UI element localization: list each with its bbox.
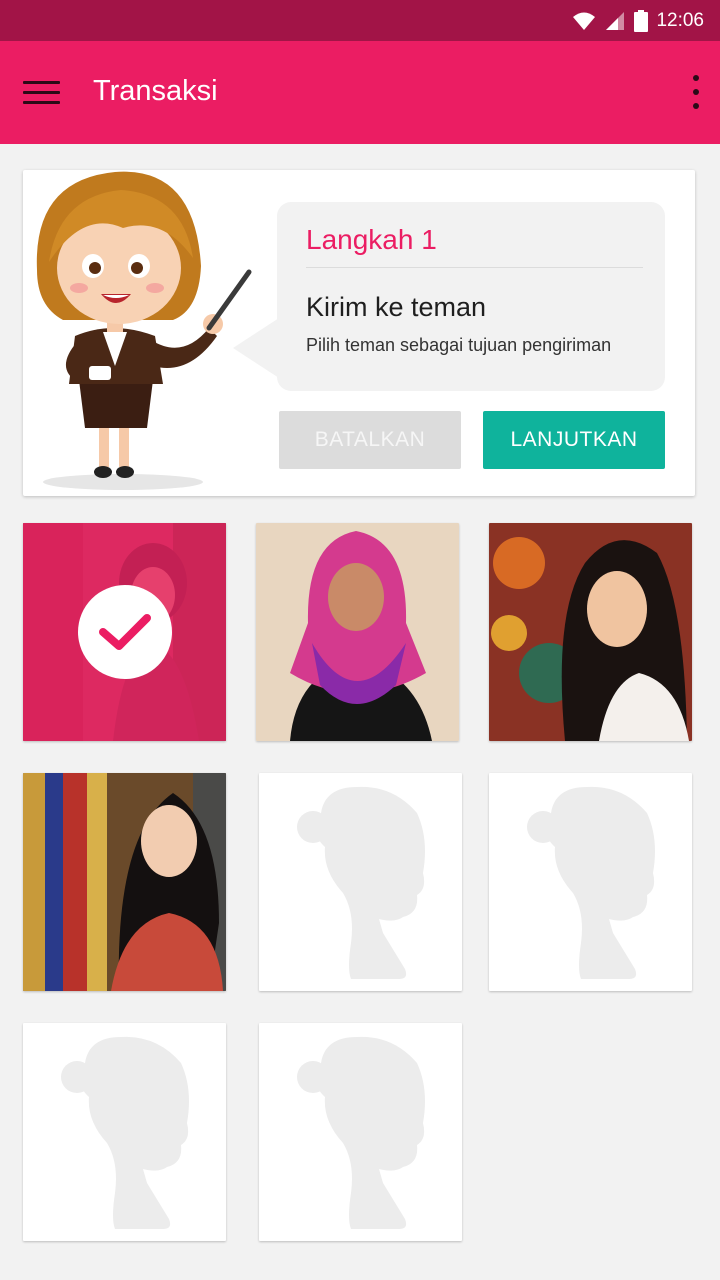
step-label: Langkah 1 xyxy=(306,224,437,255)
friend-tile-empty[interactable] xyxy=(489,773,692,991)
friend-tile[interactable] xyxy=(489,523,692,741)
continue-button[interactable]: LANJUTKAN xyxy=(483,411,665,469)
friend-tile[interactable] xyxy=(23,773,226,991)
speech-bubble: Langkah 1 Kirim ke teman Pilih teman seb… xyxy=(277,202,665,391)
friend-photo xyxy=(23,773,226,991)
step-title: Kirim ke teman xyxy=(306,292,487,322)
instruction-card: Langkah 1 Kirim ke teman Pilih teman seb… xyxy=(23,170,695,496)
check-icon xyxy=(99,614,151,650)
friend-tile[interactable] xyxy=(256,523,459,741)
divider xyxy=(306,267,643,268)
page-title: Transaksi xyxy=(93,75,218,107)
battery-icon xyxy=(634,10,649,32)
signal-icon xyxy=(606,12,625,30)
app-bar: Transaksi xyxy=(0,41,720,144)
friend-tile-empty[interactable] xyxy=(259,773,462,991)
friend-photo xyxy=(489,523,692,741)
step-description: Pilih teman sebagai tujuan pengiriman xyxy=(306,335,612,355)
friend-tile-selected[interactable] xyxy=(23,523,226,741)
more-vert-icon[interactable] xyxy=(688,75,704,111)
woman-silhouette-icon xyxy=(297,786,425,979)
woman-silhouette-icon xyxy=(297,1036,425,1229)
woman-silhouette-icon xyxy=(527,786,655,979)
friend-tile-empty[interactable] xyxy=(259,1023,462,1241)
woman-silhouette-icon xyxy=(61,1036,189,1229)
cancel-button[interactable]: BATALKAN xyxy=(279,411,461,469)
speech-bubble-tail xyxy=(233,318,279,378)
wifi-icon xyxy=(573,12,596,30)
friend-tile-empty[interactable] xyxy=(23,1023,226,1241)
status-bar: 12:06 xyxy=(0,0,720,41)
friend-photo xyxy=(256,523,459,741)
hamburger-menu-icon[interactable] xyxy=(23,81,60,105)
status-icons: 12:06 xyxy=(572,8,704,34)
selected-check-badge xyxy=(78,585,172,679)
status-time: 12:06 xyxy=(656,10,704,31)
